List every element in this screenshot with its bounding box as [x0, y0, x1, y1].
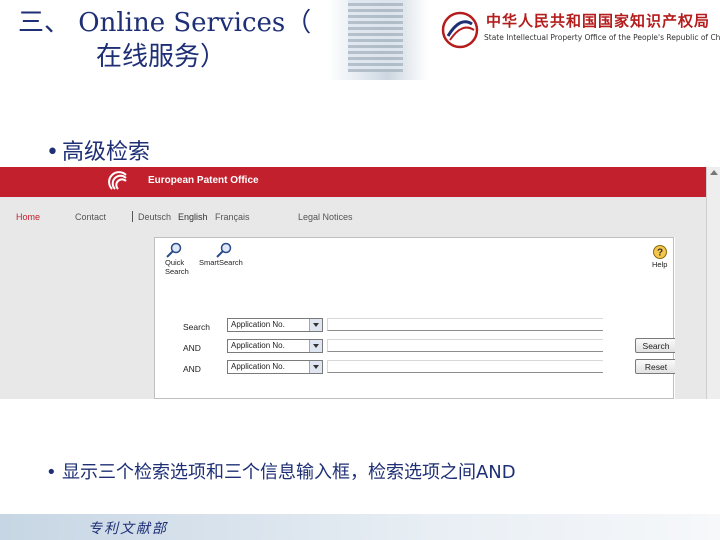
search-row-3: AND Application No. Reset — [155, 359, 677, 379]
chevron-down-icon — [309, 361, 322, 373]
row-operator-label: AND — [183, 343, 201, 353]
search-input-2[interactable] — [327, 339, 603, 352]
svg-text:?: ? — [657, 248, 663, 259]
search-field-select[interactable]: Application No. — [227, 339, 323, 353]
left-margin — [0, 237, 154, 399]
search-row-1: Search Application No. — [155, 317, 673, 337]
chevron-down-icon — [309, 319, 322, 331]
nav-legal-link[interactable]: Legal Notices — [298, 212, 353, 222]
footer-label: 专利文献部 — [88, 521, 168, 537]
nav-deutsch-link[interactable]: Deutsch — [138, 212, 171, 222]
magnifier-icon — [166, 242, 182, 258]
bullet-description: • 显示三个检索选项和三个信息输入框，检索选项之间AND — [46, 458, 516, 484]
search-panel: Quick Search SmartSearch ? Help Search A… — [154, 237, 677, 399]
magnifier-icon — [216, 242, 232, 258]
epo-title: European Patent Office — [148, 175, 259, 186]
sipo-logo: 中华人民共和国国家知识产权局 State Intellectual Proper… — [440, 8, 720, 50]
search-button[interactable]: Search — [635, 338, 677, 353]
help-icon: ? — [653, 245, 667, 259]
chevron-down-icon — [309, 340, 322, 352]
epo-nav-bar: Home Contact Deutsch English Français Le… — [0, 197, 706, 237]
epo-screenshot: European Patent Office Home Contact Deut… — [0, 167, 720, 399]
nav-home-link[interactable]: Home — [16, 212, 40, 222]
search-input-3[interactable] — [327, 360, 603, 373]
bullet-advanced-search: • 高级检索 — [46, 134, 150, 166]
help-label: Help — [652, 260, 668, 269]
sipo-name-en: State Intellectual Property Office of th… — [484, 33, 720, 42]
search-input-1[interactable] — [327, 318, 603, 331]
quick-search-button[interactable]: Quick Search — [165, 242, 189, 276]
epo-header-bar: European Patent Office — [0, 167, 706, 197]
select-value: Application No. — [231, 362, 285, 371]
nav-english-link[interactable]: English — [178, 212, 208, 222]
bullet-text: 高级检索 — [62, 140, 151, 165]
title-line-2: 在线服务） — [96, 42, 227, 72]
vertical-scrollbar[interactable] — [706, 167, 720, 399]
reset-button[interactable]: Reset — [635, 359, 677, 374]
help-button[interactable]: ? Help — [652, 244, 668, 269]
smart-search-button[interactable]: SmartSearch — [199, 242, 243, 267]
row-operator-label: Search — [183, 322, 210, 332]
row-operator-label: AND — [183, 364, 201, 374]
quick-search-label: Quick Search — [165, 258, 189, 276]
sipo-emblem-icon — [441, 11, 479, 49]
right-margin — [675, 237, 706, 399]
slide-title: 三、 Online Services（ 在线服务） — [18, 6, 311, 74]
search-field-select[interactable]: Application No. — [227, 360, 323, 374]
epo-logo-icon — [108, 171, 127, 190]
search-field-select[interactable]: Application No. — [227, 318, 323, 332]
scroll-up-icon[interactable] — [710, 170, 718, 175]
smart-search-label: SmartSearch — [199, 258, 243, 267]
sipo-name-cn: 中华人民共和国国家知识产权局 — [486, 12, 711, 30]
search-row-2: AND Application No. Search — [155, 338, 677, 358]
bullet-text: 显示三个检索选项和三个信息输入框，检索选项之间AND — [62, 462, 516, 483]
bullet-dot: • — [46, 462, 57, 483]
title-line-1: 三、 Online Services（ — [18, 8, 312, 38]
nav-francais-link[interactable]: Français — [215, 212, 250, 222]
bullet-dot: • — [46, 140, 59, 165]
select-value: Application No. — [231, 320, 285, 329]
select-value: Application No. — [231, 341, 285, 350]
nav-contact-link[interactable]: Contact — [75, 212, 106, 222]
building-photo — [328, 0, 428, 80]
nav-divider — [132, 211, 133, 222]
